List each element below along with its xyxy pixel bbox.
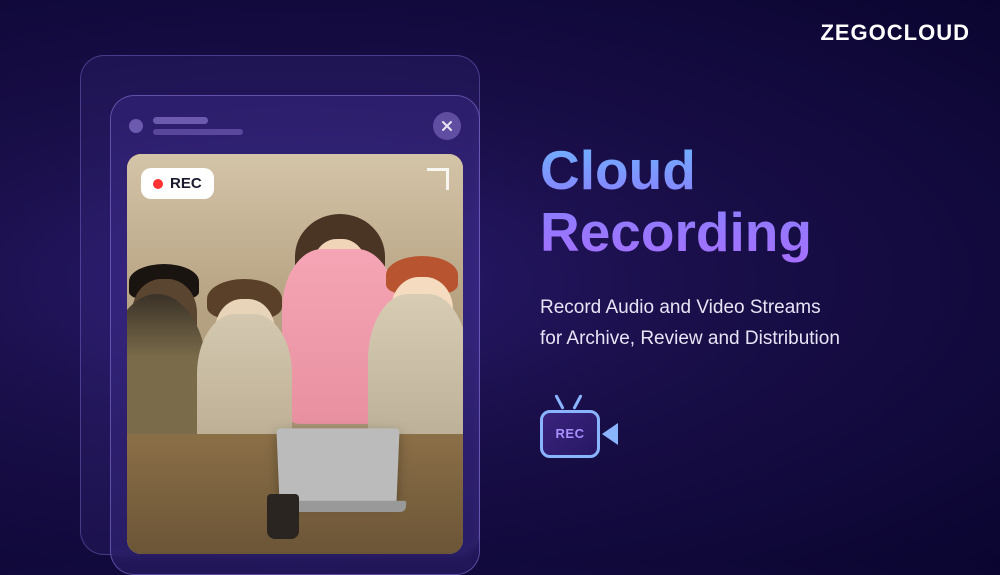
hero-content: Cloud Recording Record Audio and Video S… xyxy=(540,140,970,458)
recorder-camera-icon: REC xyxy=(540,392,616,458)
recording-badge: REC xyxy=(141,168,214,199)
close-button[interactable] xyxy=(433,112,461,140)
front-window-card: REC xyxy=(110,95,480,575)
recorder-icon-label: REC xyxy=(540,410,600,458)
recording-dot-icon xyxy=(153,179,163,189)
brand-logo: ZEGOCLOUD xyxy=(820,20,970,46)
hero-title: Cloud Recording xyxy=(540,140,970,263)
video-preview-frame: REC xyxy=(127,154,463,554)
titlebar-placeholder-lines xyxy=(153,117,423,135)
recording-badge-label: REC xyxy=(170,175,202,192)
window-titlebar xyxy=(111,96,479,150)
hero-subtitle: Record Audio and Video Streams for Archi… xyxy=(540,293,970,354)
frame-corner-icon xyxy=(427,168,449,190)
titlebar-dot-icon xyxy=(129,119,143,133)
meeting-photo-illustration xyxy=(127,154,463,554)
close-icon xyxy=(441,120,453,132)
